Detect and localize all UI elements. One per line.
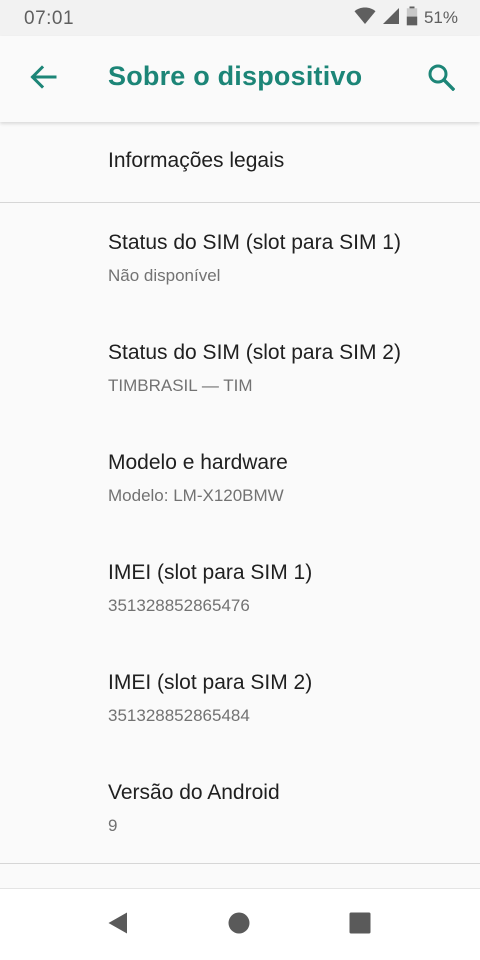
search-button[interactable] xyxy=(420,58,462,100)
list-item-summary: 9 xyxy=(108,816,118,835)
list-item-summary: Modelo: LM-X120BMW xyxy=(108,486,284,505)
battery-percent: 51% xyxy=(423,8,458,27)
settings-list: Informações legais Status do SIM (slot p… xyxy=(0,122,480,887)
back-button[interactable] xyxy=(22,58,64,100)
wifi-icon xyxy=(354,7,376,30)
list-item-title: Modelo e hardware xyxy=(108,451,288,474)
list-item-imei-sim1[interactable]: IMEI (slot para SIM 1) 351328852865476 xyxy=(0,533,480,643)
page-title: Sobre o dispositivo xyxy=(108,61,363,91)
list-item-summary: 351328852865484 xyxy=(108,706,250,725)
list-item-summary: TIMBRASIL — TIM xyxy=(108,376,253,395)
status-time: 07:01 xyxy=(24,8,75,29)
nav-home-button[interactable] xyxy=(217,903,261,947)
nav-back-button[interactable] xyxy=(96,903,140,947)
list-item-sim1-status[interactable]: Status do SIM (slot para SIM 1) Não disp… xyxy=(0,203,480,313)
battery-icon xyxy=(406,6,418,31)
list-item-imei-sim2[interactable]: IMEI (slot para SIM 2) 351328852865484 xyxy=(0,643,480,753)
search-icon xyxy=(427,63,456,96)
list-item-summary: Não disponível xyxy=(108,266,221,285)
screen: 07:01 51% Sobre o dispositivo Informaçõe… xyxy=(0,0,480,960)
list-item-title: IMEI (slot para SIM 1) xyxy=(108,561,313,584)
list-item-android-version[interactable]: Versão do Android 9 xyxy=(0,753,480,863)
app-bar: Sobre o dispositivo xyxy=(0,36,480,122)
list-item-legal-info[interactable]: Informações legais xyxy=(0,122,480,202)
legal-info-title: Informações legais xyxy=(108,149,285,172)
list-item-title: IMEI (slot para SIM 2) xyxy=(108,671,313,694)
status-icons: 51% xyxy=(354,6,458,30)
list-item-summary: 351328852865476 xyxy=(108,596,250,615)
divider xyxy=(0,863,480,864)
navigation-bar xyxy=(0,888,480,960)
cell-signal-icon xyxy=(382,7,400,30)
list-item-model-hardware[interactable]: Modelo e hardware Modelo: LM-X120BMW xyxy=(0,423,480,533)
status-bar: 07:01 51% xyxy=(0,0,480,36)
list-item-title: Status do SIM (slot para SIM 1) xyxy=(108,231,401,254)
list-item-sim2-status[interactable]: Status do SIM (slot para SIM 2) TIMBRASI… xyxy=(0,313,480,423)
nav-recents-button[interactable] xyxy=(338,903,382,947)
list-item-title: Status do SIM (slot para SIM 2) xyxy=(108,341,401,364)
recents-square-icon xyxy=(348,911,372,940)
back-triangle-icon xyxy=(106,911,130,940)
home-circle-icon xyxy=(227,911,251,940)
arrow-back-icon xyxy=(29,63,57,96)
list-item-title: Versão do Android xyxy=(108,781,280,804)
